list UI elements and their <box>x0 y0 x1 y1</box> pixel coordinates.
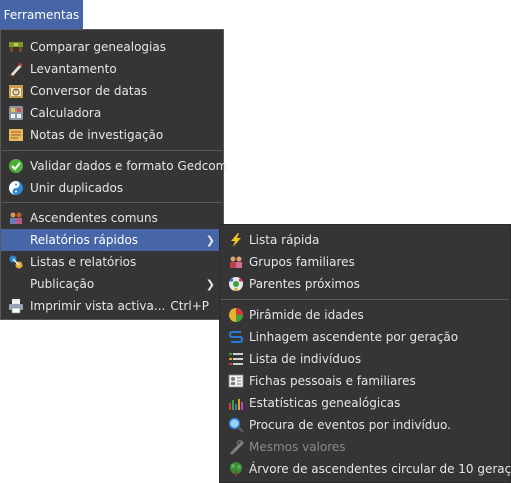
submenu-item-label: Mesmos valores <box>249 440 346 454</box>
statistics-icon <box>228 395 244 411</box>
submenu-item-label: Lista rápida <box>249 233 320 247</box>
menu-item-label: Levantamento <box>30 62 117 76</box>
menu-item-label: Notas de investigação <box>30 128 164 142</box>
tools-menu: Comparar genealogias Levantamento Conver… <box>0 29 227 320</box>
magnifier-icon <box>228 417 244 433</box>
menu-item-label: Comparar genealogias <box>30 40 166 54</box>
menu-item-survey[interactable]: Levantamento <box>1 58 223 80</box>
submenu-item-close-relatives[interactable]: Parentes próximos <box>220 273 510 295</box>
individual-list-icon <box>228 351 244 367</box>
submenu-item-label: Árvore de ascendentes circular de 10 ger… <box>249 462 511 476</box>
menu-ferramentas[interactable]: Ferramentas <box>0 0 83 29</box>
submenu-item-label: Fichas pessoais e familiares <box>249 374 416 388</box>
submenu-item-family-groups[interactable]: Grupos familiares <box>220 251 510 273</box>
submenu-item-label: Linhagem ascendente por geração <box>249 330 459 344</box>
submenu-item-label: Lista de indivíduos <box>249 352 362 366</box>
menu-item-quick-reports[interactable]: Relatórios rápidos ❯ <box>1 229 223 251</box>
submenu-item-statistics[interactable]: Estatísticas genealógicas <box>220 392 510 414</box>
submenu-item-event-search[interactable]: Procura de eventos por indivíduo. <box>220 414 510 436</box>
circular-tree-icon <box>228 461 244 477</box>
submenu-item-label: Grupos familiares <box>249 255 355 269</box>
menu-item-print-view[interactable]: Imprimir vista activa... Ctrl+P <box>1 295 223 317</box>
submenu-item-circular-tree[interactable]: Árvore de ascendentes circular de 10 ger… <box>220 458 511 480</box>
menu-item-label: Validar dados e formato Gedcom <box>30 159 228 173</box>
date-converter-icon <box>8 83 24 99</box>
printer-icon <box>8 298 24 314</box>
menu-item-calculator[interactable]: Calculadora <box>1 102 223 124</box>
menu-item-label: Calculadora <box>30 106 102 120</box>
menu-item-lists-reports[interactable]: Listas e relatórios <box>1 251 223 273</box>
same-values-tools-icon <box>228 439 244 455</box>
submenu-separator <box>221 299 509 300</box>
family-group-icon <box>228 254 244 270</box>
menu-item-label: Conversor de datas <box>30 84 148 98</box>
compare-trees-icon <box>8 39 24 55</box>
submenu-item-label: Pirâmide de idades <box>249 308 364 322</box>
survey-pen-icon <box>8 61 24 77</box>
submenu-item-quick-list[interactable]: Lista rápida <box>220 229 510 251</box>
submenu-item-lineage[interactable]: Linhagem ascendente por geração <box>220 326 510 348</box>
age-pyramid-pie-icon <box>228 307 244 323</box>
menu-item-compare-trees[interactable]: Comparar genealogias <box>1 36 223 58</box>
menu-separator <box>2 150 222 151</box>
submenu-item-label: Parentes próximos <box>249 277 360 291</box>
submenu-item-age-pyramid[interactable]: Pirâmide de idades <box>220 304 510 326</box>
menubar-label: Ferramentas <box>3 7 80 22</box>
quick-reports-submenu: Lista rápida Grupos familiares Parentes … <box>219 224 511 483</box>
menu-item-label: Publicação <box>30 277 95 291</box>
menu-item-common-ancestors[interactable]: Ascendentes comuns <box>1 207 223 229</box>
lineage-icon <box>228 329 244 345</box>
menu-item-merge-duplicates[interactable]: Unir duplicados <box>1 177 223 199</box>
submenu-item-label: Estatísticas genealógicas <box>249 396 401 410</box>
menu-item-label: Relatórios rápidos <box>30 233 139 247</box>
merge-duplicates-icon <box>8 180 24 196</box>
menu-item-label: Imprimir vista activa... <box>30 299 166 313</box>
menu-item-publication[interactable]: Publicação ❯ <box>1 273 223 295</box>
validate-check-icon <box>8 158 24 174</box>
menu-item-label: Listas e relatórios <box>30 255 137 269</box>
lightning-icon <box>228 232 244 248</box>
close-relatives-icon <box>228 276 244 292</box>
menu-item-label: Ascendentes comuns <box>30 211 158 225</box>
submenu-item-label: Procura de eventos por indivíduo. <box>249 418 451 432</box>
common-ancestors-icon <box>8 210 24 226</box>
person-card-icon <box>228 373 244 389</box>
submenu-item-person-cards[interactable]: Fichas pessoais e familiares <box>220 370 510 392</box>
menu-item-label: Unir duplicados <box>30 181 124 195</box>
chevron-right-icon: ❯ <box>205 277 215 291</box>
shortcut-label: Ctrl+P <box>170 299 209 313</box>
menu-separator <box>2 202 222 203</box>
menu-item-validate-gedcom[interactable]: Validar dados e formato Gedcom <box>1 155 227 177</box>
submenu-item-individual-list[interactable]: Lista de indivíduos <box>220 348 510 370</box>
chevron-right-icon: ❯ <box>205 233 215 247</box>
menu-item-research-notes[interactable]: Notas de investigação <box>1 124 223 146</box>
menu-item-date-converter[interactable]: Conversor de datas <box>1 80 223 102</box>
lists-reports-icon <box>8 254 24 270</box>
research-notes-icon <box>8 127 24 143</box>
submenu-item-same-values[interactable]: Mesmos valores <box>220 436 510 458</box>
calculator-icon <box>8 105 24 121</box>
